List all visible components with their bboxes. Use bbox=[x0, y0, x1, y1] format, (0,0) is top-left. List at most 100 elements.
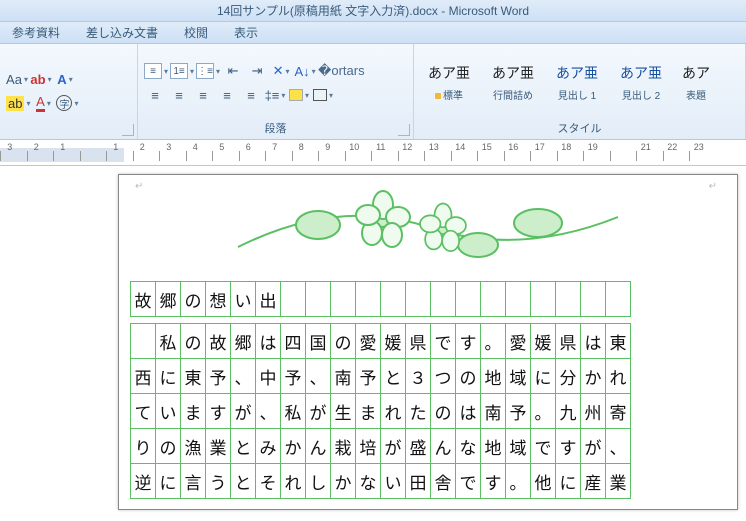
tab-mailings[interactable]: 差し込み文書 bbox=[86, 24, 158, 41]
manuscript-cell[interactable]: 四 bbox=[280, 323, 306, 359]
manuscript-cell[interactable]: の bbox=[155, 428, 181, 464]
manuscript-cell[interactable] bbox=[330, 281, 356, 317]
manuscript-cell[interactable]: 予 bbox=[355, 358, 381, 394]
manuscript-cell[interactable]: す bbox=[205, 393, 231, 429]
manuscript-cell[interactable]: ん bbox=[305, 428, 331, 464]
manuscript-cell[interactable]: 地 bbox=[480, 428, 506, 464]
manuscript-cell[interactable]: と bbox=[380, 358, 406, 394]
manuscript-cell[interactable]: の bbox=[180, 281, 206, 317]
manuscript-cell[interactable]: う bbox=[205, 463, 231, 499]
manuscript-cell[interactable]: た bbox=[405, 393, 431, 429]
manuscript-cell[interactable]: 逆 bbox=[130, 463, 156, 499]
manuscript-cell[interactable] bbox=[380, 281, 406, 317]
manuscript-cell[interactable]: 域 bbox=[505, 428, 531, 464]
manuscript-cell[interactable]: 寄 bbox=[605, 393, 631, 429]
manuscript-cell[interactable]: す bbox=[555, 428, 581, 464]
enclose-char-button[interactable]: 字 bbox=[56, 92, 78, 114]
horizontal-ruler[interactable]: 32112345678910111213141516171819212223 bbox=[0, 140, 746, 166]
manuscript-cell[interactable]: 私 bbox=[155, 323, 181, 359]
manuscript-cell[interactable]: 。 bbox=[530, 393, 556, 429]
manuscript-cell[interactable]: 田 bbox=[405, 463, 431, 499]
manuscript-cell[interactable]: で bbox=[455, 463, 481, 499]
manuscript-cell[interactable]: 業 bbox=[605, 463, 631, 499]
manuscript-cell[interactable]: に bbox=[555, 463, 581, 499]
manuscript-cell[interactable]: 九 bbox=[555, 393, 581, 429]
manuscript-cell[interactable]: 県 bbox=[555, 323, 581, 359]
manuscript-cell[interactable] bbox=[455, 281, 481, 317]
font-grow-button[interactable]: ab bbox=[30, 68, 52, 90]
manuscript-cell[interactable] bbox=[405, 281, 431, 317]
manuscript-cell[interactable]: で bbox=[430, 323, 456, 359]
manuscript-cell[interactable]: い bbox=[380, 463, 406, 499]
manuscript-cell[interactable]: 他 bbox=[530, 463, 556, 499]
manuscript-cell[interactable]: は bbox=[255, 323, 281, 359]
manuscript-cell[interactable]: 。 bbox=[505, 463, 531, 499]
line-spacing-button[interactable]: ‡≡ bbox=[264, 84, 286, 106]
manuscript-cell[interactable]: 郷 bbox=[155, 281, 181, 317]
manuscript-cell[interactable]: ３ bbox=[405, 358, 431, 394]
align-left-button[interactable]: ≡ bbox=[144, 84, 166, 106]
manuscript-cell[interactable]: 私 bbox=[280, 393, 306, 429]
numbering-button[interactable]: 1≡ bbox=[170, 60, 194, 82]
asian-layout-button[interactable]: ✕ bbox=[270, 60, 292, 82]
manuscript-cell[interactable]: の bbox=[455, 358, 481, 394]
manuscript-cell[interactable] bbox=[305, 281, 331, 317]
paragraph-dialog-launcher-icon[interactable] bbox=[398, 124, 410, 136]
manuscript-cell[interactable]: 故 bbox=[205, 323, 231, 359]
manuscript-cell[interactable]: 産 bbox=[580, 463, 606, 499]
manuscript-cell[interactable] bbox=[430, 281, 456, 317]
manuscript-cell[interactable] bbox=[355, 281, 381, 317]
text-effects-button[interactable]: A bbox=[54, 68, 76, 90]
show-marks-button[interactable]: �ortars bbox=[318, 60, 365, 82]
manuscript-cell[interactable]: な bbox=[355, 463, 381, 499]
tab-review[interactable]: 校閲 bbox=[184, 24, 208, 41]
manuscript-cell[interactable]: が bbox=[230, 393, 256, 429]
tab-references[interactable]: 参考資料 bbox=[12, 24, 60, 41]
manuscript-cell[interactable]: す bbox=[480, 463, 506, 499]
align-right-button[interactable]: ≡ bbox=[192, 84, 214, 106]
manuscript-cell[interactable]: 予 bbox=[205, 358, 231, 394]
manuscript-cell[interactable] bbox=[530, 281, 556, 317]
manuscript-cell[interactable]: ん bbox=[430, 428, 456, 464]
style-title[interactable]: あア 表題 bbox=[675, 51, 717, 113]
align-center-button[interactable]: ≡ bbox=[168, 84, 190, 106]
document-area[interactable]: ↵ bbox=[0, 166, 746, 521]
manuscript-cell[interactable] bbox=[580, 281, 606, 317]
manuscript-cell[interactable]: が bbox=[380, 428, 406, 464]
manuscript-cell[interactable]: 言 bbox=[180, 463, 206, 499]
justify-button[interactable]: ≡ bbox=[216, 84, 238, 106]
manuscript-cell[interactable]: ま bbox=[180, 393, 206, 429]
highlight-button[interactable]: ab bbox=[6, 92, 30, 114]
manuscript-cell[interactable]: 業 bbox=[205, 428, 231, 464]
manuscript-cell[interactable]: 生 bbox=[330, 393, 356, 429]
manuscript-cell[interactable]: で bbox=[530, 428, 556, 464]
increase-indent-button[interactable]: ⇥ bbox=[246, 60, 268, 82]
manuscript-cell[interactable]: り bbox=[130, 428, 156, 464]
borders-button[interactable] bbox=[312, 84, 334, 106]
manuscript-cell[interactable]: 国 bbox=[305, 323, 331, 359]
tab-view[interactable]: 表示 bbox=[234, 24, 258, 41]
multilevel-button[interactable]: ⋮≡ bbox=[196, 60, 220, 82]
manuscript-cell[interactable]: し bbox=[305, 463, 331, 499]
manuscript-cell[interactable]: 、 bbox=[255, 393, 281, 429]
manuscript-cell[interactable]: は bbox=[455, 393, 481, 429]
manuscript-cell[interactable]: 東 bbox=[180, 358, 206, 394]
distribute-button[interactable]: ≡ bbox=[240, 84, 262, 106]
bullets-button[interactable]: ≡ bbox=[144, 60, 168, 82]
manuscript-cell[interactable]: な bbox=[455, 428, 481, 464]
manuscript-cell[interactable]: 域 bbox=[505, 358, 531, 394]
manuscript-cell[interactable]: 舎 bbox=[430, 463, 456, 499]
manuscript-cell[interactable] bbox=[555, 281, 581, 317]
manuscript-cell[interactable]: 、 bbox=[605, 428, 631, 464]
manuscript-cell[interactable]: 出 bbox=[255, 281, 281, 317]
manuscript-cell[interactable] bbox=[480, 281, 506, 317]
sort-button[interactable]: A↓ bbox=[294, 60, 316, 82]
manuscript-cell[interactable]: が bbox=[580, 428, 606, 464]
manuscript-cell[interactable]: れ bbox=[605, 358, 631, 394]
manuscript-cell[interactable]: 県 bbox=[405, 323, 431, 359]
manuscript-cell[interactable]: つ bbox=[430, 358, 456, 394]
manuscript-cell[interactable]: 栽 bbox=[330, 428, 356, 464]
manuscript-cell[interactable]: 、 bbox=[305, 358, 331, 394]
manuscript-cell[interactable]: 南 bbox=[480, 393, 506, 429]
manuscript-cell[interactable]: は bbox=[580, 323, 606, 359]
